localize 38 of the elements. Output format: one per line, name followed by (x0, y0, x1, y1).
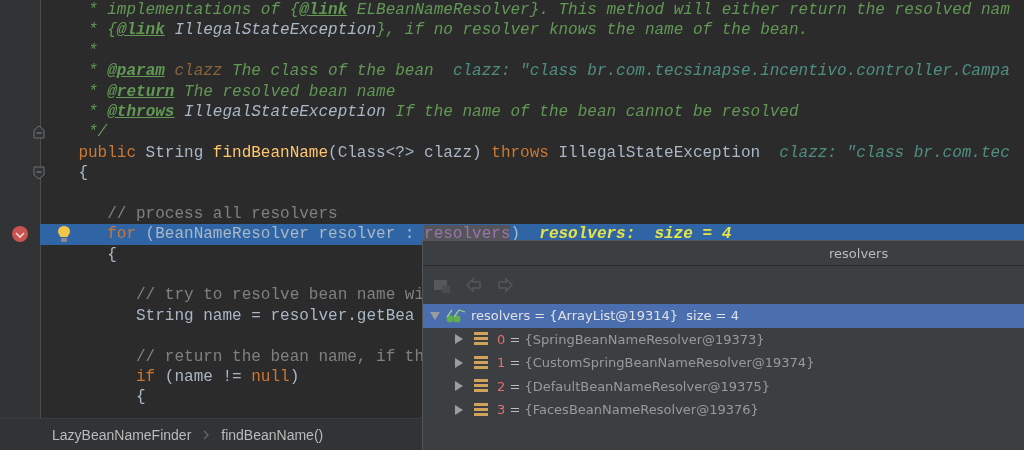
expand-arrow-icon[interactable] (453, 333, 465, 346)
code-line: * {@link IllegalStateException}, if no resolver knows the name of the bean. (87, 20, 809, 41)
expand-arrow-icon[interactable] (453, 380, 465, 393)
code-line: * @throws IllegalStateException If the name of the bean cannot be resolved (87, 101, 799, 123)
lightbulb-icon[interactable] (57, 225, 71, 244)
code-line: // process all resolvers (106, 203, 338, 225)
code-line: * @return The resolved bean name (87, 81, 396, 102)
code-line: if (name != null) (135, 367, 300, 388)
code-line: * implementations of {@link ELBeanNameResolver}. This method will either return the resolved nam (87, 0, 1010, 21)
code-line: { (106, 244, 117, 266)
expand-arrow-icon[interactable] (453, 356, 465, 369)
tree-item-label[interactable]: resolvers = {ArrayList@19314} size = 4 (471, 308, 739, 324)
code-line: * @param clazz The class of the bean clazz: "class br.com.tecsinapse.incentivo.controller.Campa (87, 61, 1010, 82)
list-item-icon (473, 378, 489, 395)
collapse-arrow-icon[interactable] (429, 309, 441, 322)
list-item-icon (473, 401, 489, 418)
expand-arrow-icon[interactable] (453, 403, 465, 416)
breadcrumb-item[interactable]: findBeanName() (221, 426, 324, 443)
tree-item-label[interactable]: 0 = {SpringBeanNameResolver@19373} (497, 331, 765, 347)
code-line: { (77, 163, 88, 184)
code-line: * (87, 40, 98, 62)
code-line: public String findBeanName(Class<?> clazz) throws IllegalStateException clazz: "class br.com.tec (77, 142, 1010, 164)
code-line: */ (87, 122, 108, 143)
tree-item-label[interactable]: 1 = {CustomSpringBeanNameResolver@19374} (497, 355, 815, 371)
tree-item-label[interactable]: 2 = {DefaultBeanNameResolver@19375} (497, 378, 771, 394)
chevron-icon (203, 429, 210, 440)
code-line: // try to resolve bean name wi (135, 285, 425, 306)
tree-item-label[interactable]: 3 = {FacesBeanNameResolver@19376} (497, 402, 759, 418)
code-line: String name = resolver.getBea (135, 305, 415, 327)
breakpoint-icon[interactable] (11, 225, 29, 244)
breadcrumb-item[interactable]: LazyBeanNameFinder (52, 426, 192, 443)
fold-icon[interactable] (33, 166, 45, 181)
list-item-icon (473, 331, 489, 348)
list-item-icon (473, 354, 489, 371)
fold-icon[interactable] (33, 125, 45, 140)
popup-title: resolvers (829, 245, 889, 261)
code-line: { (135, 387, 146, 408)
watch-glasses-icon (445, 307, 467, 324)
